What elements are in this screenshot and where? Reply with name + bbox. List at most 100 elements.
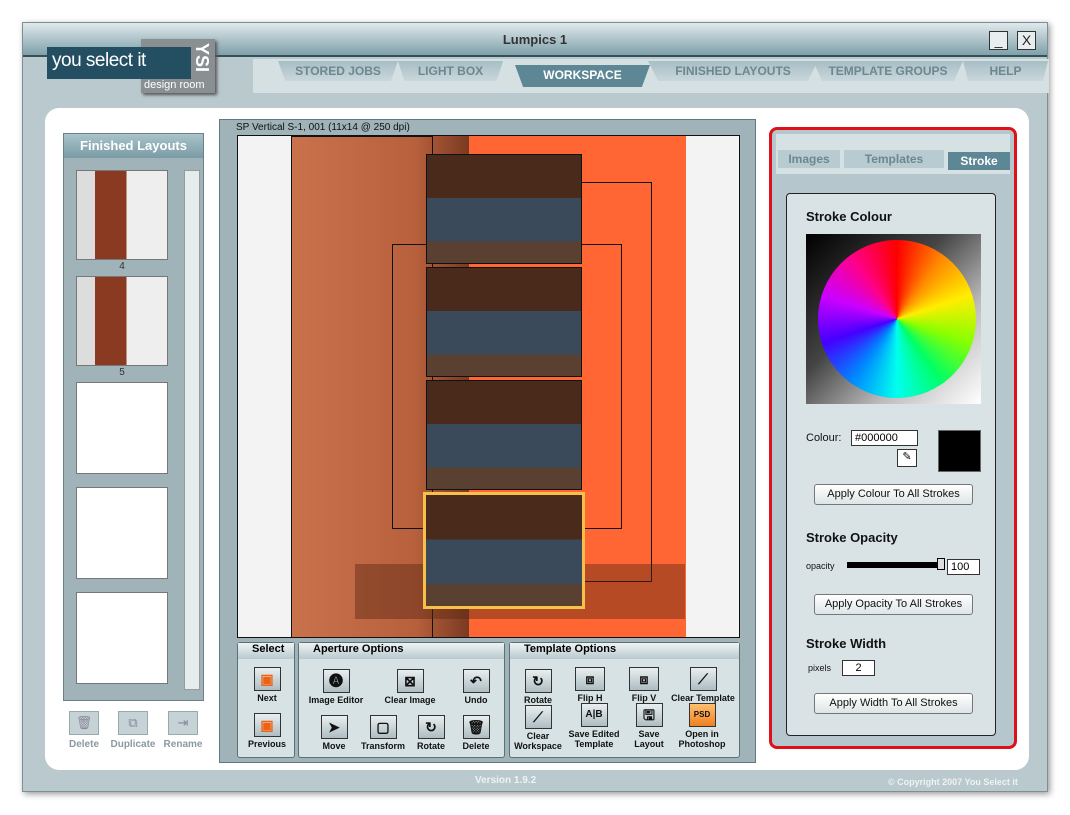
right-tabs: Images Templates Stroke xyxy=(776,134,1010,174)
group-title: Aperture Options xyxy=(299,643,504,659)
label: Workspace xyxy=(514,741,562,751)
tab-templates[interactable]: Templates xyxy=(844,150,944,168)
flip-h-button[interactable]: ⧈ Flip H xyxy=(568,667,612,703)
layout-thumbnail[interactable] xyxy=(76,276,168,366)
undo-icon: ↶ xyxy=(462,669,490,693)
open-in-photoshop-button[interactable]: PSD Open in Photoshop xyxy=(674,703,730,749)
logo: you select it xyxy=(47,47,191,79)
clear-workspace-button[interactable]: ⟋ Clear Workspace xyxy=(512,705,564,751)
stroke-opacity-heading: Stroke Opacity xyxy=(806,530,898,545)
save-edited-template-button[interactable]: A|B Save Edited Template xyxy=(566,703,622,749)
label: Flip V xyxy=(631,693,657,703)
layout-canvas[interactable] xyxy=(237,135,740,638)
tab-stored-jobs[interactable]: STORED JOBS xyxy=(278,61,398,81)
label: Move xyxy=(322,741,346,751)
rename-layout-button[interactable]: Rename xyxy=(151,739,215,750)
clear-template-button[interactable]: ⟋ Clear Template xyxy=(670,667,736,703)
width-input[interactable]: 2 xyxy=(842,660,875,676)
previous-icon: ▣ xyxy=(253,713,281,737)
stroke-width-heading: Stroke Width xyxy=(806,636,887,651)
opacity-slider-handle[interactable] xyxy=(937,558,945,570)
apply-opacity-button[interactable]: Apply Opacity To All Strokes xyxy=(814,594,973,615)
clear-image-button[interactable]: ⊠ Clear Image xyxy=(377,669,443,705)
ab-template-icon: A|B xyxy=(580,703,608,727)
select-group: Select ▣ Next ▣ Previous xyxy=(237,642,295,758)
apply-width-button[interactable]: Apply Width To All Strokes xyxy=(814,693,973,714)
tab-images[interactable]: Images xyxy=(778,150,840,168)
close-button[interactable]: X xyxy=(1017,31,1036,50)
colour-wheel[interactable] xyxy=(818,240,976,398)
copyright-label: © Copyright 2007 You Select it xyxy=(888,777,1018,787)
colour-picker[interactable] xyxy=(806,234,981,404)
tab-help[interactable]: HELP xyxy=(963,61,1048,81)
tab-template-groups[interactable]: TEMPLATE GROUPS xyxy=(813,61,963,81)
rotate-template-button[interactable]: ↻ Rotate xyxy=(518,669,558,705)
label: Rotate xyxy=(523,695,552,705)
colour-input[interactable]: #000000 xyxy=(851,430,918,446)
empty-thumbnail[interactable] xyxy=(76,487,168,579)
aperture-options-group: Aperture Options 🅐 Image Editor ⊠ Clear Im… xyxy=(298,642,505,758)
delete-icon[interactable]: 🗑 xyxy=(69,711,99,735)
scrollbar[interactable] xyxy=(184,170,200,690)
rotate-icon: ↻ xyxy=(417,715,445,739)
rotate-aperture-button[interactable]: ↻ Rotate xyxy=(411,715,451,751)
app-window: Lumpics 1 _ X STORED JOBS LIGHT BOX WORK… xyxy=(22,22,1049,792)
next-button[interactable]: ▣ Next xyxy=(243,667,291,703)
empty-thumbnail[interactable] xyxy=(76,382,168,474)
opacity-label: opacity xyxy=(806,561,835,571)
tab-finished-layouts[interactable]: FINISHED LAYOUTS xyxy=(648,61,818,81)
transform-button[interactable]: ▢ Transform xyxy=(357,715,409,751)
colour-swatch xyxy=(938,430,981,472)
tab-light-box[interactable]: LIGHT BOX xyxy=(398,61,503,81)
eyedropper-icon[interactable]: ✎ xyxy=(897,449,917,467)
transform-icon: ▢ xyxy=(369,715,397,739)
canvas-title: SP Vertical S-1, 001 (11x14 @ 250 dpi) xyxy=(236,122,410,133)
next-icon: ▣ xyxy=(253,667,281,691)
label: Image Editor xyxy=(308,695,364,705)
clear-workspace-icon: ⟋ xyxy=(524,705,552,729)
label: Flip H xyxy=(577,693,603,703)
move-button[interactable]: ➤ Move xyxy=(313,715,355,751)
minimize-button[interactable]: _ xyxy=(989,31,1008,50)
photo-aperture[interactable] xyxy=(426,154,582,264)
psd-icon: PSD xyxy=(688,703,716,727)
clear-template-icon: ⟋ xyxy=(689,667,717,691)
opacity-slider[interactable] xyxy=(847,562,943,568)
photo-aperture[interactable] xyxy=(426,267,582,377)
flip-v-icon: ⧈ xyxy=(629,667,659,691)
tab-workspace[interactable]: WORKSPACE xyxy=(515,65,650,87)
layout-thumbnail[interactable] xyxy=(76,170,168,260)
save-icon: 🖫 xyxy=(635,703,663,727)
label: Clear Template xyxy=(671,693,735,703)
apply-colour-button[interactable]: Apply Colour To All Strokes xyxy=(814,484,973,505)
rename-icon[interactable]: ⇥ xyxy=(168,711,198,735)
finished-layouts-panel: Finished Layouts 4 5 xyxy=(63,133,204,701)
flip-v-button[interactable]: ⧈ Flip V xyxy=(622,667,666,703)
rotate-icon: ↻ xyxy=(524,669,552,693)
label: Photoshop xyxy=(678,739,726,749)
label: Undo xyxy=(464,695,488,705)
label: Rotate xyxy=(416,741,445,751)
undo-button[interactable]: ↶ Undo xyxy=(454,669,498,705)
photo-aperture-selected[interactable] xyxy=(423,492,585,609)
previous-button[interactable]: ▣ Previous xyxy=(240,713,294,749)
label: Clear xyxy=(526,731,550,741)
tab-stroke[interactable]: Stroke xyxy=(948,152,1010,170)
image-editor-button[interactable]: 🅐 Image Editor xyxy=(301,669,371,705)
save-layout-button[interactable]: 🖫 Save Layout xyxy=(628,703,670,749)
delete-aperture-button[interactable]: 🗑 Delete xyxy=(455,715,497,751)
empty-thumbnail[interactable] xyxy=(76,592,168,684)
stroke-settings: Stroke Colour Colour: #000000 ✎ Apply Co… xyxy=(786,193,996,736)
opacity-input[interactable]: 100 xyxy=(947,559,980,575)
thumbnail-number: 5 xyxy=(119,367,125,378)
photo-aperture[interactable] xyxy=(426,380,582,490)
label: Delete xyxy=(462,741,490,751)
stroke-colour-heading: Stroke Colour xyxy=(806,209,892,224)
label: Transform xyxy=(360,741,405,751)
template-options-group: Template Options ↻ Rotate ⧈ Flip H ⧈ Flip V… xyxy=(509,642,740,758)
logo-ysi: YSI xyxy=(192,43,212,73)
label: Save Edited xyxy=(568,729,620,739)
duplicate-icon[interactable]: ⧉ xyxy=(118,711,148,735)
pixels-label: pixels xyxy=(808,663,832,673)
stroke-panel: Images Templates Stroke Stroke Colour Co… xyxy=(769,127,1017,749)
